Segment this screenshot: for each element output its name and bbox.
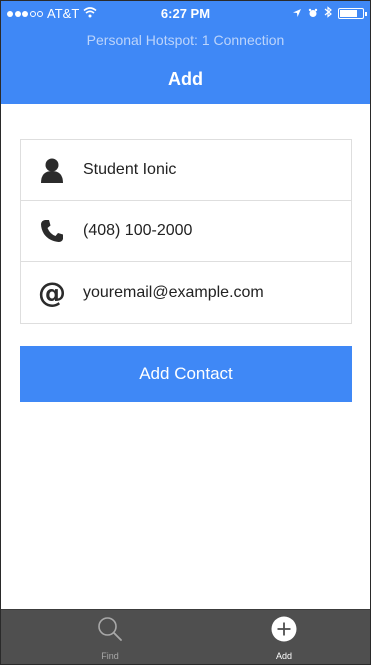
contact-form: @ [20,139,352,324]
battery-level [340,10,357,17]
at-sign-icon: @ [38,275,66,309]
bluetooth-icon [324,6,332,21]
tab-add[interactable]: Add [244,610,324,665]
tab-find[interactable]: Find [70,610,150,665]
email-field[interactable] [83,283,351,302]
name-field[interactable] [83,161,351,179]
person-icon [21,157,83,183]
page-title: Add [168,69,203,89]
name-row [21,140,351,201]
status-right [292,6,367,21]
phone-row [21,201,351,262]
email-row: @ [21,262,351,323]
hotspot-banner[interactable]: Personal Hotspot: 1 Connection [1,32,370,48]
alarm-icon [308,7,318,21]
tab-find-label: Find [101,651,119,661]
app-frame: AT&T 6:27 PM Personal Hotspot: 1 Connect… [0,0,371,665]
header: AT&T 6:27 PM Personal Hotspot: 1 Connect… [1,1,370,104]
search-icon [96,615,124,648]
battery-icon [338,8,367,19]
phone-icon [21,219,83,243]
add-contact-button[interactable]: Add Contact [20,346,352,402]
status-bar: AT&T 6:27 PM [1,1,370,27]
location-arrow-icon [292,7,302,21]
phone-field[interactable] [83,222,351,240]
tab-add-label: Add [275,651,292,661]
tab-bar: Find Add [1,609,370,664]
plus-circle-icon [270,615,298,648]
